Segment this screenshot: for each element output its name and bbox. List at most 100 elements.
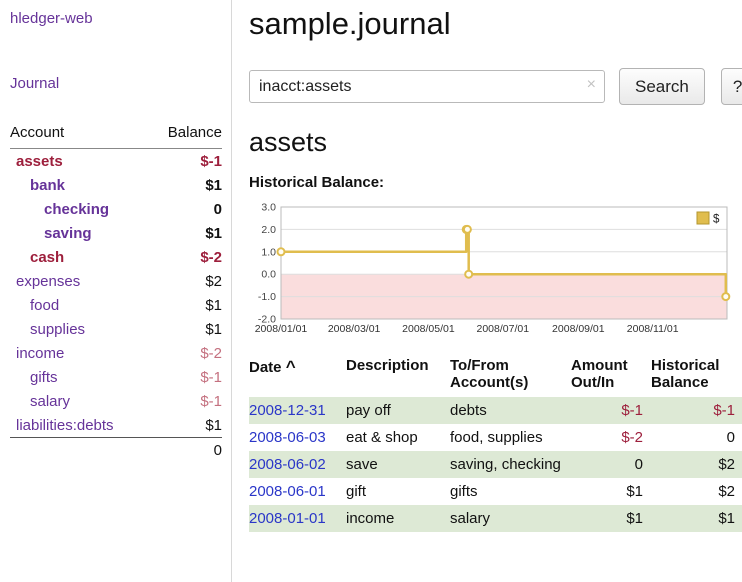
account-row: salary $-1 <box>10 389 222 413</box>
register-amount: $1 <box>571 505 651 532</box>
x-tick-label: 2008/11/01 <box>627 323 679 335</box>
account-link[interactable]: liabilities:debts <box>10 417 114 434</box>
account-heading: assets <box>249 127 742 158</box>
col-header-date[interactable]: Date ^ <box>249 354 346 397</box>
search-box: × <box>249 70 605 103</box>
app-title-link[interactable]: hledger-web <box>10 10 93 27</box>
x-tick-label: 2008/01/01 <box>255 323 308 335</box>
historical-balance-chart: 3.02.01.00.0-1.0-2.02008/01/012008/03/01… <box>249 199 742 338</box>
accounts-col-account: Account <box>10 124 64 141</box>
register-row: 2008-01-01incomesalary$1$1 <box>249 505 742 532</box>
register-accounts: salary <box>450 505 571 532</box>
journal-link[interactable]: Journal <box>10 75 59 92</box>
register-date-cell: 2008-06-01 <box>249 478 346 505</box>
accounts-list: assets$-1bank$1checking0saving$1cash$-2e… <box>10 149 222 437</box>
register-date-link[interactable]: 2008-01-01 <box>249 510 326 527</box>
account-balance: $-2 <box>200 249 222 266</box>
register-date-link[interactable]: 2008-06-03 <box>249 429 326 446</box>
account-link[interactable]: assets <box>10 153 63 170</box>
register-description: income <box>346 505 450 532</box>
data-point-marker <box>464 226 471 233</box>
x-tick-label: 2008/03/01 <box>328 323 381 335</box>
account-balance: $-1 <box>200 393 222 410</box>
account-link[interactable]: cash <box>10 249 64 266</box>
col-header-amount: Amount Out/In <box>571 354 651 397</box>
clear-search-icon[interactable]: × <box>587 76 596 94</box>
account-link[interactable]: income <box>10 345 64 362</box>
app-window: hledger-web Journal Account Balance asse… <box>0 0 742 582</box>
register-row: 2008-06-03eat & shopfood, supplies$-20 <box>249 424 742 451</box>
col-header-balance: Historical Balance <box>651 354 742 397</box>
register-amount: $-1 <box>571 397 651 424</box>
account-row: assets$-1 <box>10 149 222 173</box>
account-balance: 0 <box>214 201 222 218</box>
register-date-cell: 2008-06-02 <box>249 451 346 478</box>
x-tick-label: 2008/09/01 <box>552 323 605 335</box>
register-accounts: gifts <box>450 478 571 505</box>
accounts-total: 0 <box>10 437 222 463</box>
register-amount: $1 <box>571 478 651 505</box>
account-balance: $2 <box>205 273 222 290</box>
y-tick-label: -1.0 <box>258 291 276 303</box>
account-row: supplies $1 <box>10 317 222 341</box>
register-balance: $2 <box>651 478 742 505</box>
register-description: gift <box>346 478 450 505</box>
account-balance: $1 <box>205 321 222 338</box>
accounts-col-balance: Balance <box>168 124 222 141</box>
y-tick-label: 2.0 <box>261 224 276 236</box>
account-balance: $1 <box>205 297 222 314</box>
main-content: sample.journal × Search ? assets Histori… <box>232 0 742 582</box>
legend-label: $ <box>713 214 720 226</box>
account-link[interactable]: salary <box>10 393 70 410</box>
search-form: × Search ? <box>249 68 742 105</box>
register-date-cell: 2008-06-03 <box>249 424 346 451</box>
account-row: food $1 <box>10 293 222 317</box>
register-date-link[interactable]: 2008-06-01 <box>249 483 326 500</box>
account-link[interactable]: checking <box>10 201 109 218</box>
app-title: hledger-web <box>10 10 222 27</box>
account-link[interactable]: bank <box>10 177 65 194</box>
register-balance: 0 <box>651 424 742 451</box>
register-balance: $2 <box>651 451 742 478</box>
register-row: 2008-06-01 giftgifts$1$2 <box>249 478 742 505</box>
register-accounts: saving, checking <box>450 451 571 478</box>
search-input[interactable] <box>249 70 605 103</box>
register-header-row: Date ^ Description To/From Account(s) Am… <box>249 354 742 397</box>
account-balance: $-2 <box>200 345 222 362</box>
account-balance: $-1 <box>200 369 222 386</box>
account-link[interactable]: saving <box>10 225 92 242</box>
search-button[interactable]: Search <box>619 68 705 105</box>
account-row: bank $1 <box>10 173 222 197</box>
legend-swatch <box>697 212 709 224</box>
account-row: expenses $2 <box>10 269 222 293</box>
account-link[interactable]: supplies <box>10 321 85 338</box>
register-description: pay off <box>346 397 450 424</box>
y-tick-label: 3.0 <box>261 202 276 214</box>
data-point-marker <box>722 293 729 300</box>
register-balance: $1 <box>651 505 742 532</box>
y-tick-label: 0.0 <box>261 269 276 281</box>
account-link[interactable]: gifts <box>10 369 58 386</box>
date-header-label: Date <box>249 359 282 376</box>
account-row: saving $1 <box>10 221 222 245</box>
register-date-link[interactable]: 2008-06-02 <box>249 456 326 473</box>
register-accounts: food, supplies <box>450 424 571 451</box>
help-button[interactable]: ? <box>721 68 742 105</box>
col-header-accounts: To/From Account(s) <box>450 354 571 397</box>
page-title: sample.journal <box>249 6 742 42</box>
register-date-link[interactable]: 2008-12-31 <box>249 402 326 419</box>
y-tick-label: 1.0 <box>261 246 276 258</box>
register-description: save <box>346 451 450 478</box>
sidebar-nav: Journal <box>10 75 222 92</box>
account-link[interactable]: expenses <box>10 273 80 290</box>
account-link[interactable]: food <box>10 297 59 314</box>
register-balance: $-1 <box>651 397 742 424</box>
account-balance: $1 <box>205 417 222 434</box>
account-row: gifts $-1 <box>10 365 222 389</box>
accounts-table-header: Account Balance <box>10 122 222 149</box>
account-balance: $1 <box>205 225 222 242</box>
x-tick-label: 2008/05/01 <box>402 323 455 335</box>
account-balance: $1 <box>205 177 222 194</box>
chart-title: Historical Balance: <box>249 174 742 191</box>
register-row: 2008-12-31pay offdebts$-1$-1 <box>249 397 742 424</box>
